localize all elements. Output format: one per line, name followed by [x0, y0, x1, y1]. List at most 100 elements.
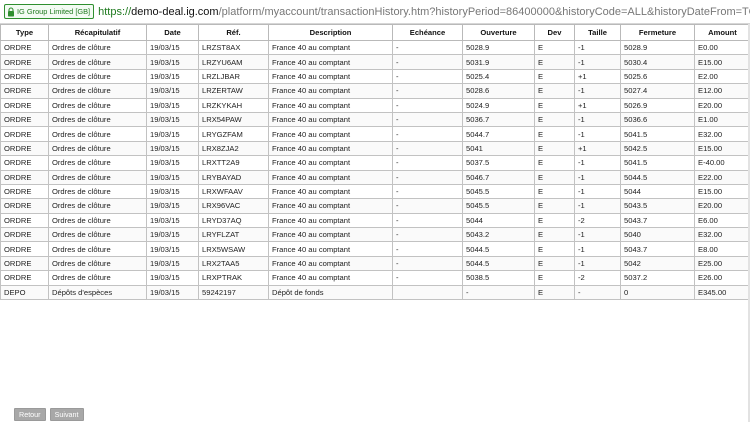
table-cell: LRZYU6AM	[198, 54, 269, 70]
table-cell: Ordres de clôture	[48, 54, 147, 70]
table-cell: -	[392, 68, 463, 85]
table-cell: 5040	[620, 227, 695, 243]
table-cell: Ordres de clôture	[48, 198, 147, 214]
table-cell: LRYGZFAM	[198, 126, 269, 142]
table-cell: LRX54PAW	[198, 111, 269, 128]
table-cell: LRZST8AX	[198, 39, 269, 56]
table-row: ORDRE Ordres de clôture 19/03/15 LRXWFAAV Fr…	[0, 183, 750, 200]
column-header: Taille	[574, 24, 621, 41]
table-row: ORDRE Ordres de clôture 19/03/15 LRXPTRAK Fr…	[0, 270, 750, 286]
table-cell: 5037.5	[462, 155, 535, 171]
table-cell: 5028.9	[620, 39, 695, 56]
table-cell: France 40 au comptant	[268, 169, 393, 185]
table-cell: -	[392, 227, 463, 243]
table-cell: France 40 au comptant	[268, 68, 393, 85]
table-cell: ORDRE	[0, 39, 49, 56]
table-cell: E	[534, 68, 575, 85]
security-indicator[interactable]: IG Group Limited [GB]	[4, 4, 95, 19]
table-cell: 5028.6	[462, 83, 535, 99]
table-cell: -	[392, 111, 463, 128]
table-cell: LRX2TAA5	[198, 255, 269, 272]
table-row: ORDRE Ordres de clôture 19/03/15 LRZKYKAH Fr…	[0, 97, 750, 113]
table-cell: E	[534, 284, 575, 301]
table-cell: LRZLJBAR	[198, 68, 269, 85]
table-cell: LRYBAYAD	[198, 169, 269, 185]
table-cell: LRYFLZAT	[198, 227, 269, 243]
back-button[interactable]: Retour	[14, 408, 46, 421]
table-cell: 5044.5	[620, 169, 695, 185]
table-cell: E	[534, 241, 575, 257]
table-cell: 5027.4	[620, 83, 695, 99]
table-cell: -	[392, 270, 463, 286]
table-cell: -	[392, 155, 463, 171]
table-cell: ORDRE	[0, 111, 49, 128]
table-cell: -1	[574, 183, 621, 200]
lock-icon	[8, 6, 14, 16]
address-bar[interactable]: IG Group Limited [GB] https://demo-deal.…	[0, 0, 750, 24]
table-cell: ORDRE	[0, 212, 49, 229]
transaction-history-table: Type Récapitulatif Date Réf. Description Eché…	[0, 24, 750, 301]
table-cell: 5041.5	[620, 126, 695, 142]
table-cell: +1	[574, 140, 621, 157]
table-cell: France 40 au comptant	[268, 126, 393, 142]
url-host: demo-deal.ig.com	[131, 5, 219, 18]
column-header: Date	[146, 24, 199, 41]
table-cell: 19/03/15	[146, 183, 199, 200]
table-cell: -	[392, 97, 463, 113]
table-cell: ORDRE	[0, 198, 49, 214]
table-cell: France 40 au comptant	[268, 270, 393, 286]
table-cell: -	[574, 284, 621, 301]
table-cell: Ordres de clôture	[48, 255, 147, 272]
column-header: Fermeture	[620, 24, 695, 41]
table-cell: 19/03/15	[146, 169, 199, 185]
table-cell: France 40 au comptant	[268, 39, 393, 56]
table-cell: 5046.7	[462, 169, 535, 185]
table-cell: 19/03/15	[146, 270, 199, 286]
table-cell: -1	[574, 54, 621, 70]
table-cell: -1	[574, 155, 621, 171]
url-path: /platform/myaccount/transactionHistory.h…	[218, 5, 750, 18]
table-cell: ORDRE	[0, 241, 49, 257]
table-cell: 5037.2	[620, 270, 695, 286]
next-button[interactable]: Suivant	[49, 408, 84, 421]
table-cell: LRX8ZJA2	[198, 140, 269, 157]
table-row: ORDRE Ordres de clôture 19/03/15 LRZERTAW Fr…	[0, 83, 750, 99]
table-cell: Ordres de clôture	[48, 241, 147, 257]
table-cell: ORDRE	[0, 270, 49, 286]
table-cell: Ordres de clôture	[48, 183, 147, 200]
table-cell: 5030.4	[620, 54, 695, 70]
table-cell: Ordres de clôture	[48, 140, 147, 157]
table-cell: 5026.9	[620, 97, 695, 113]
table-row: ORDRE Ordres de clôture 19/03/15 LRX96VAC Fr…	[0, 198, 750, 214]
table-cell: 5043.7	[620, 241, 695, 257]
table-cell: France 40 au comptant	[268, 241, 393, 257]
table-cell: E	[534, 227, 575, 243]
table-cell: 5041.5	[620, 155, 695, 171]
column-header: Amount	[694, 24, 750, 41]
table-cell: E0.00	[694, 39, 750, 56]
table-row: ORDRE Ordres de clôture 19/03/15 LRYFLZAT Fr…	[0, 227, 750, 243]
table-cell: 19/03/15	[146, 212, 199, 229]
table-row: ORDRE Ordres de clôture 19/03/15 LRYBAYAD Fr…	[0, 169, 750, 185]
table-cell: 19/03/15	[146, 227, 199, 243]
table-cell: 19/03/15	[146, 284, 199, 301]
table-cell: 19/03/15	[146, 155, 199, 171]
table-cell: 19/03/15	[146, 68, 199, 85]
table-cell: E	[534, 155, 575, 171]
table-cell: 19/03/15	[146, 83, 199, 99]
column-header: Dev	[534, 24, 575, 41]
table-cell: ORDRE	[0, 227, 49, 243]
table-cell: E2.00	[694, 68, 750, 85]
table-cell: Ordres de clôture	[48, 227, 147, 243]
table-cell: France 40 au comptant	[268, 155, 393, 171]
table-cell: -1	[574, 39, 621, 56]
table-cell: -	[392, 241, 463, 257]
table-cell: 5044.7	[462, 126, 535, 142]
table-cell: 5028.9	[462, 39, 535, 56]
table-cell: -1	[574, 169, 621, 185]
table-cell: 5042	[620, 255, 695, 272]
table-cell: Dépôt de fonds	[268, 284, 393, 301]
table-cell: 5043.5	[620, 198, 695, 214]
table-cell: LRXPTRAK	[198, 270, 269, 286]
table-cell: 19/03/15	[146, 255, 199, 272]
